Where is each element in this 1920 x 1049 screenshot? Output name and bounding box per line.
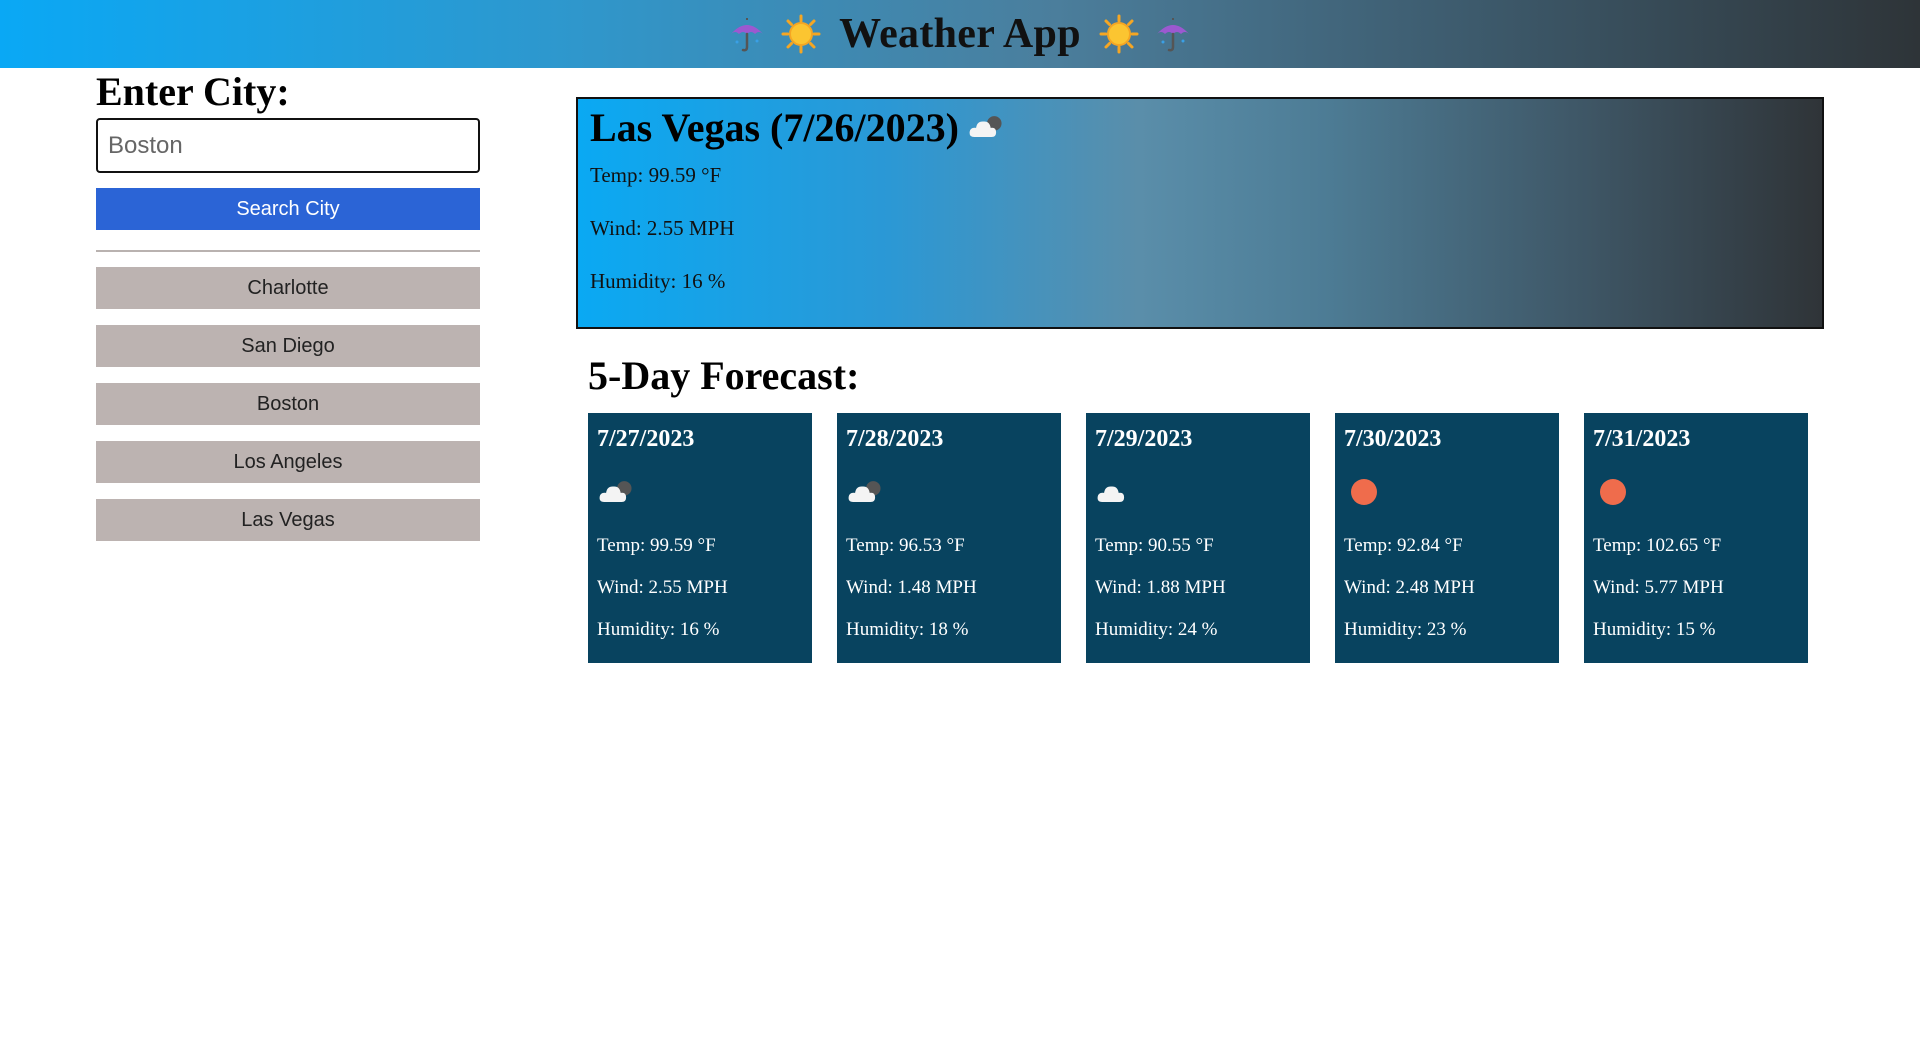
- cloud-icon: [1095, 478, 1135, 506]
- forecast-date: 7/27/2023: [597, 426, 695, 452]
- city-search-input[interactable]: [96, 118, 480, 173]
- forecast-date: 7/30/2023: [1344, 426, 1442, 452]
- history-button-los-angeles[interactable]: Los Angeles: [96, 441, 480, 483]
- history-button-las-vegas[interactable]: Las Vegas: [96, 499, 480, 541]
- forecast-card: 7/30/2023 Temp: 92.84 °F Wind: 2.48 MPH …: [1335, 413, 1559, 663]
- forecast-temp: Temp: 102.65 °F: [1593, 535, 1722, 556]
- forecast-heading: 5-Day Forecast:: [588, 353, 860, 398]
- current-wind: Wind: 2.55 MPH: [590, 216, 735, 240]
- umbrella-icon: [727, 14, 767, 54]
- current-temp: Temp: 99.59 °F: [590, 163, 722, 187]
- search-history-list: Charlotte San Diego Boston Los Angeles L…: [96, 267, 480, 541]
- cloud-sun-icon: [967, 113, 1007, 141]
- forecast-date: 7/31/2023: [1593, 426, 1691, 452]
- history-button-san-diego[interactable]: San Diego: [96, 325, 480, 367]
- divider: [96, 250, 480, 252]
- forecast-card: 7/27/2023 Temp: 99.59 °F Wind: 2.55 MPH …: [588, 413, 812, 663]
- forecast-wind: Wind: 1.88 MPH: [1095, 577, 1226, 598]
- app-title: Weather App: [839, 11, 1081, 57]
- forecast-temp: Temp: 90.55 °F: [1095, 535, 1214, 556]
- current-weather-panel: Las Vegas (7/26/2023) Temp: 99.59 °F Win…: [576, 97, 1824, 329]
- forecast-card: 7/31/2023 Temp: 102.65 °F Wind: 5.77 MPH…: [1584, 413, 1808, 663]
- forecast-humidity: Humidity: 24 %: [1095, 619, 1218, 640]
- history-button-boston[interactable]: Boston: [96, 383, 480, 425]
- current-humidity: Humidity: 16 %: [590, 269, 726, 293]
- forecast-temp: Temp: 92.84 °F: [1344, 535, 1463, 556]
- forecast-temp: Temp: 99.59 °F: [597, 535, 716, 556]
- forecast-humidity: Humidity: 23 %: [1344, 619, 1467, 640]
- forecast-humidity: Humidity: 16 %: [597, 619, 720, 640]
- forecast-date: 7/29/2023: [1095, 426, 1193, 452]
- forecast-temp: Temp: 96.53 °F: [846, 535, 965, 556]
- current-city-title: Las Vegas (7/26/2023): [590, 104, 959, 150]
- enter-city-heading: Enter City:: [96, 69, 290, 114]
- forecast-list: 7/27/2023 Temp: 99.59 °F Wind: 2.55 MPH …: [588, 413, 1808, 663]
- forecast-wind: Wind: 5.77 MPH: [1593, 577, 1724, 598]
- sun-icon: [1099, 14, 1139, 54]
- sun-icon: [1344, 472, 1384, 512]
- forecast-date: 7/28/2023: [846, 426, 944, 452]
- search-sidebar: Enter City: Search City Charlotte San Di…: [96, 70, 480, 541]
- forecast-card: 7/29/2023 Temp: 90.55 °F Wind: 1.88 MPH …: [1086, 413, 1310, 663]
- sun-icon: [781, 14, 821, 54]
- forecast-humidity: Humidity: 18 %: [846, 619, 969, 640]
- forecast-wind: Wind: 2.55 MPH: [597, 577, 728, 598]
- umbrella-icon: [1153, 14, 1193, 54]
- search-city-button[interactable]: Search City: [96, 188, 480, 230]
- forecast-humidity: Humidity: 15 %: [1593, 619, 1716, 640]
- app-header: Weather App: [0, 0, 1920, 68]
- history-button-charlotte[interactable]: Charlotte: [96, 267, 480, 309]
- forecast-card: 7/28/2023 Temp: 96.53 °F Wind: 1.48 MPH …: [837, 413, 1061, 663]
- sun-icon: [1593, 472, 1633, 512]
- forecast-wind: Wind: 1.48 MPH: [846, 577, 977, 598]
- cloud-sun-icon: [597, 478, 637, 506]
- forecast-wind: Wind: 2.48 MPH: [1344, 577, 1475, 598]
- cloud-sun-icon: [846, 478, 886, 506]
